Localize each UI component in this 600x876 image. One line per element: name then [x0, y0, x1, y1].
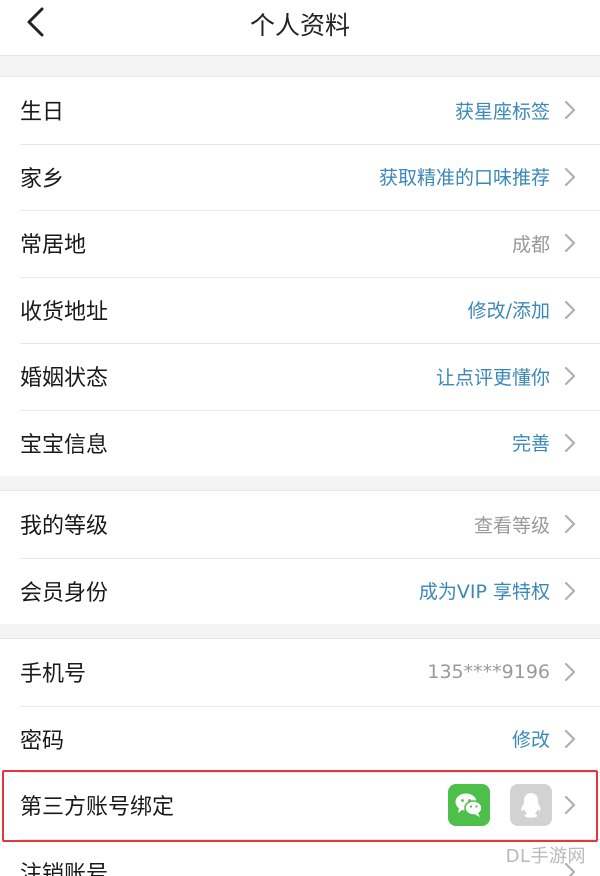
section-spacer: [0, 624, 600, 638]
qq-icon[interactable]: [510, 784, 552, 827]
row-value: 获星座标签: [454, 100, 550, 123]
row-label: 收货地址: [20, 299, 109, 325]
chevron-left-icon: [24, 6, 46, 42]
back-button[interactable]: [24, 0, 68, 48]
row-label: 密码: [20, 728, 65, 754]
chevron-right-icon: [564, 233, 576, 253]
row-value: 让点评更懂你: [435, 366, 550, 389]
row-label: 第三方账号绑定: [20, 795, 175, 821]
third-party-binding-row[interactable]: 第三方账号绑定: [0, 772, 600, 839]
row-value: 获取精准的口味推荐: [378, 167, 550, 190]
row-value: 完善: [511, 433, 550, 456]
row-label: 常居地: [20, 233, 87, 259]
wechat-icon[interactable]: [448, 784, 490, 827]
residence-row[interactable]: 常居地 成都: [0, 210, 600, 277]
profile-basics-group: 生日 获星座标签 家乡 获取精准的口味推荐 常居地 成都 收货地址 修改/添加 …: [0, 76, 600, 477]
row-value: 修改: [511, 729, 550, 752]
row-value: 成都: [511, 233, 550, 256]
chevron-right-icon: [564, 300, 576, 320]
row-label: 我的等级: [20, 514, 109, 540]
chevron-right-icon: [564, 581, 576, 601]
password-row[interactable]: 密码 修改: [0, 705, 600, 773]
chevron-right-icon: [564, 514, 576, 534]
my-level-row[interactable]: 我的等级 查看等级: [0, 491, 600, 558]
row-label: 宝宝信息: [20, 432, 109, 458]
row-label: 会员身份: [20, 580, 109, 606]
chevron-right-icon: [564, 795, 576, 815]
phone-row[interactable]: 手机号 135****9196: [0, 639, 600, 706]
row-value: 成为VIP 享特权: [418, 581, 550, 604]
chevron-right-icon: [564, 662, 576, 682]
baby-info-row[interactable]: 宝宝信息 完善: [0, 409, 600, 477]
row-label: 注销账号: [20, 861, 109, 876]
chevron-right-icon: [564, 100, 576, 120]
row-label: 婚姻状态: [20, 366, 109, 392]
chevron-right-icon: [564, 167, 576, 187]
row-label: 手机号: [20, 662, 87, 688]
hometown-row[interactable]: 家乡 获取精准的口味推荐: [0, 143, 600, 211]
nav-bar: 个人资料: [0, 0, 600, 56]
row-value: 查看等级: [473, 514, 550, 537]
shipping-address-row[interactable]: 收货地址 修改/添加: [0, 276, 600, 344]
watermark: DL手游网: [505, 846, 586, 867]
chevron-right-icon: [564, 433, 576, 453]
account-security-group: 手机号 135****9196 密码 修改 第三方账号绑定 注销账号: [0, 638, 600, 876]
membership-group: 我的等级 查看等级 会员身份 成为VIP 享特权: [0, 490, 600, 625]
member-identity-row[interactable]: 会员身份 成为VIP 享特权: [0, 557, 600, 625]
row-value: 修改/添加: [467, 300, 550, 323]
marital-status-row[interactable]: 婚姻状态 让点评更懂你: [0, 343, 600, 410]
row-label: 生日: [20, 100, 65, 126]
row-value: 135****9196: [427, 661, 550, 684]
section-spacer: [0, 56, 600, 76]
binding-badges: [428, 784, 552, 827]
row-label: 家乡: [20, 166, 65, 192]
birthday-row[interactable]: 生日 获星座标签: [0, 77, 600, 144]
page-title: 个人资料: [249, 11, 350, 40]
profile-page: 个人资料 生日 获星座标签 家乡 获取精准的口味推荐 常居地 成都 收货地址 修…: [0, 0, 600, 876]
chevron-right-icon: [564, 366, 576, 386]
section-spacer: [0, 476, 600, 490]
chevron-right-icon: [564, 729, 576, 749]
